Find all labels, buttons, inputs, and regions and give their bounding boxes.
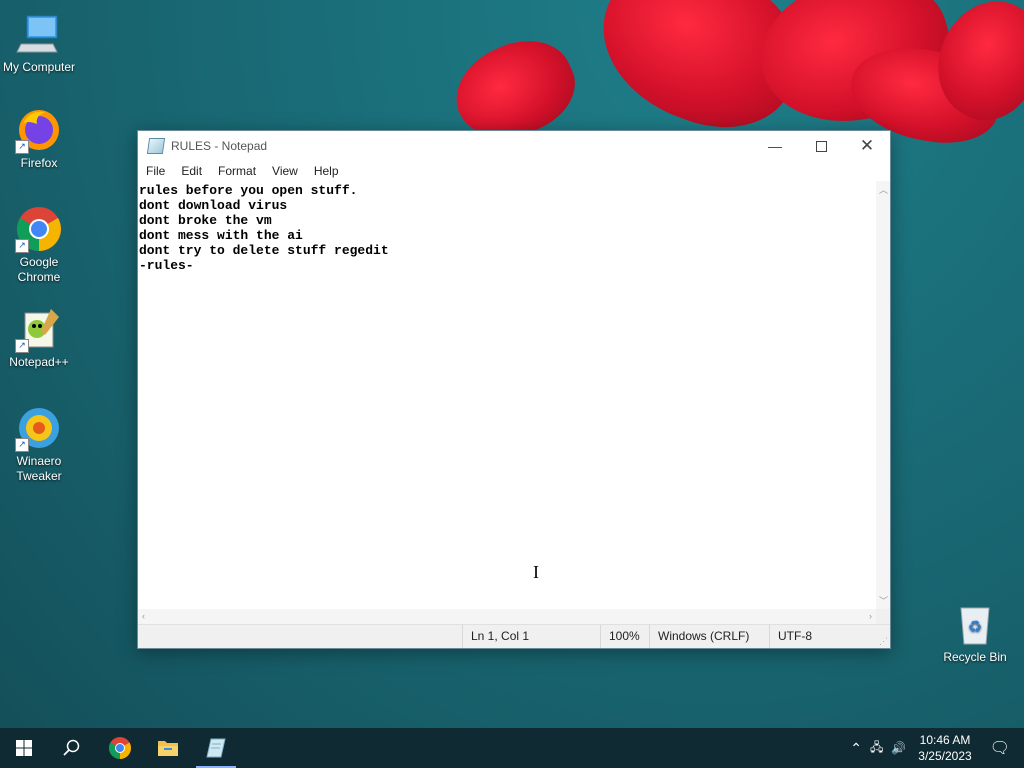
menu-file[interactable]: File [146, 164, 165, 178]
text-editor[interactable]: rules before you open stuff. dont downlo… [138, 181, 876, 609]
desktop-icon-notepad-plus-plus[interactable]: ↗ Notepad++ [0, 305, 78, 370]
taskbar-chrome[interactable] [96, 728, 144, 768]
minimize-button[interactable]: — [752, 131, 798, 161]
svg-text:♻: ♻ [968, 619, 982, 636]
clock[interactable]: 10:46 AM 3/25/2023 [918, 732, 971, 764]
desktop-icon-label: Notepad++ [9, 355, 69, 369]
shortcut-arrow-icon: ↗ [15, 140, 29, 154]
minimize-icon: — [768, 138, 782, 154]
notepad-window[interactable]: RULES - Notepad — ✕ File Edit Format Vie… [137, 130, 891, 649]
computer-icon [15, 10, 63, 58]
notepad-plus-plus-icon: ↗ [15, 305, 63, 353]
taskbar: ⌃ 🖧 🔊 10:46 AM 3/25/2023 🗨 [0, 728, 1024, 768]
scroll-down-icon[interactable]: ﹀ [879, 594, 888, 607]
search-button[interactable] [48, 728, 96, 768]
shortcut-arrow-icon: ↗ [15, 339, 29, 353]
desktop-icon-label: Firefox [20, 156, 58, 170]
document-text[interactable]: rules before you open stuff. dont downlo… [138, 181, 876, 273]
network-icon[interactable]: 🖧 [870, 738, 883, 759]
vertical-scrollbar[interactable]: ︿ ﹀ [876, 181, 890, 609]
menu-view[interactable]: View [272, 164, 298, 178]
close-button[interactable]: ✕ [844, 131, 890, 161]
desktop-icon-label: Google Chrome [17, 255, 61, 284]
chrome-icon [109, 737, 131, 759]
taskbar-notepad[interactable] [192, 728, 240, 768]
chrome-icon: ↗ [15, 205, 63, 253]
clock-date: 3/25/2023 [918, 749, 972, 763]
desktop-icon-label: My Computer [2, 60, 76, 74]
file-explorer-icon [158, 741, 178, 756]
menu-help[interactable]: Help [314, 164, 339, 178]
desktop-icon-google-chrome[interactable]: ↗ Google Chrome [0, 205, 78, 285]
taskbar-file-explorer[interactable] [144, 728, 192, 768]
volume-icon[interactable]: 🔊 [891, 741, 906, 755]
scroll-corner [876, 609, 890, 625]
notification-icon[interactable]: 🗨 [990, 738, 1010, 758]
desktop-icon-label: Recycle Bin [943, 650, 1007, 664]
recycle-bin-icon: ♻ [951, 600, 999, 648]
horizontal-scrollbar[interactable]: ‹ › [138, 609, 876, 625]
scroll-right-icon[interactable]: › [869, 611, 872, 621]
title-bar[interactable]: RULES - Notepad — ✕ [138, 131, 890, 161]
encoding: UTF-8 [769, 625, 878, 648]
desktop-icon-label: Winaero Tweaker [16, 454, 62, 483]
shortcut-arrow-icon: ↗ [15, 438, 29, 452]
start-icon [16, 740, 32, 756]
desktop-icon-winaero-tweaker[interactable]: ↗ Winaero Tweaker [0, 404, 78, 484]
winaero-tweaker-icon: ↗ [15, 404, 63, 452]
text-cursor-icon: I [533, 562, 539, 582]
scroll-left-icon[interactable]: ‹ [142, 611, 145, 621]
system-tray: ⌃ 🖧 🔊 10:46 AM 3/25/2023 🗨 [850, 728, 1024, 768]
notepad-icon [146, 138, 166, 154]
scroll-up-icon[interactable]: ︿ [879, 183, 888, 196]
menu-edit[interactable]: Edit [181, 164, 202, 178]
maximize-icon [815, 140, 827, 152]
resize-grip-icon[interactable]: ⋰ [879, 636, 888, 647]
start-button[interactable] [0, 728, 48, 768]
clock-time: 10:46 AM [919, 733, 971, 747]
firefox-icon: ↗ [15, 106, 63, 154]
line-ending: Windows (CRLF) [649, 625, 758, 648]
desktop-icon-recycle-bin[interactable]: ♻ Recycle Bin [936, 600, 1014, 665]
menu-bar: File Edit Format View Help [138, 161, 890, 181]
search-icon [63, 739, 80, 756]
menu-format[interactable]: Format [218, 164, 256, 178]
zoom-level: 100% [600, 625, 649, 648]
cursor-position: Ln 1, Col 1 [462, 625, 601, 648]
close-icon: ✕ [859, 136, 875, 155]
desktop-icon-firefox[interactable]: ↗ Firefox [0, 106, 78, 171]
maximize-button[interactable] [798, 131, 844, 161]
notepad-icon [206, 738, 226, 758]
chevron-up-icon[interactable]: ⌃ [850, 740, 862, 757]
desktop-icon-my-computer[interactable]: My Computer [0, 10, 78, 75]
shortcut-arrow-icon: ↗ [15, 239, 29, 253]
status-bar: Ln 1, Col 1 100% Windows (CRLF) UTF-8 ⋰ [138, 624, 890, 648]
window-title: RULES - Notepad [171, 139, 268, 153]
